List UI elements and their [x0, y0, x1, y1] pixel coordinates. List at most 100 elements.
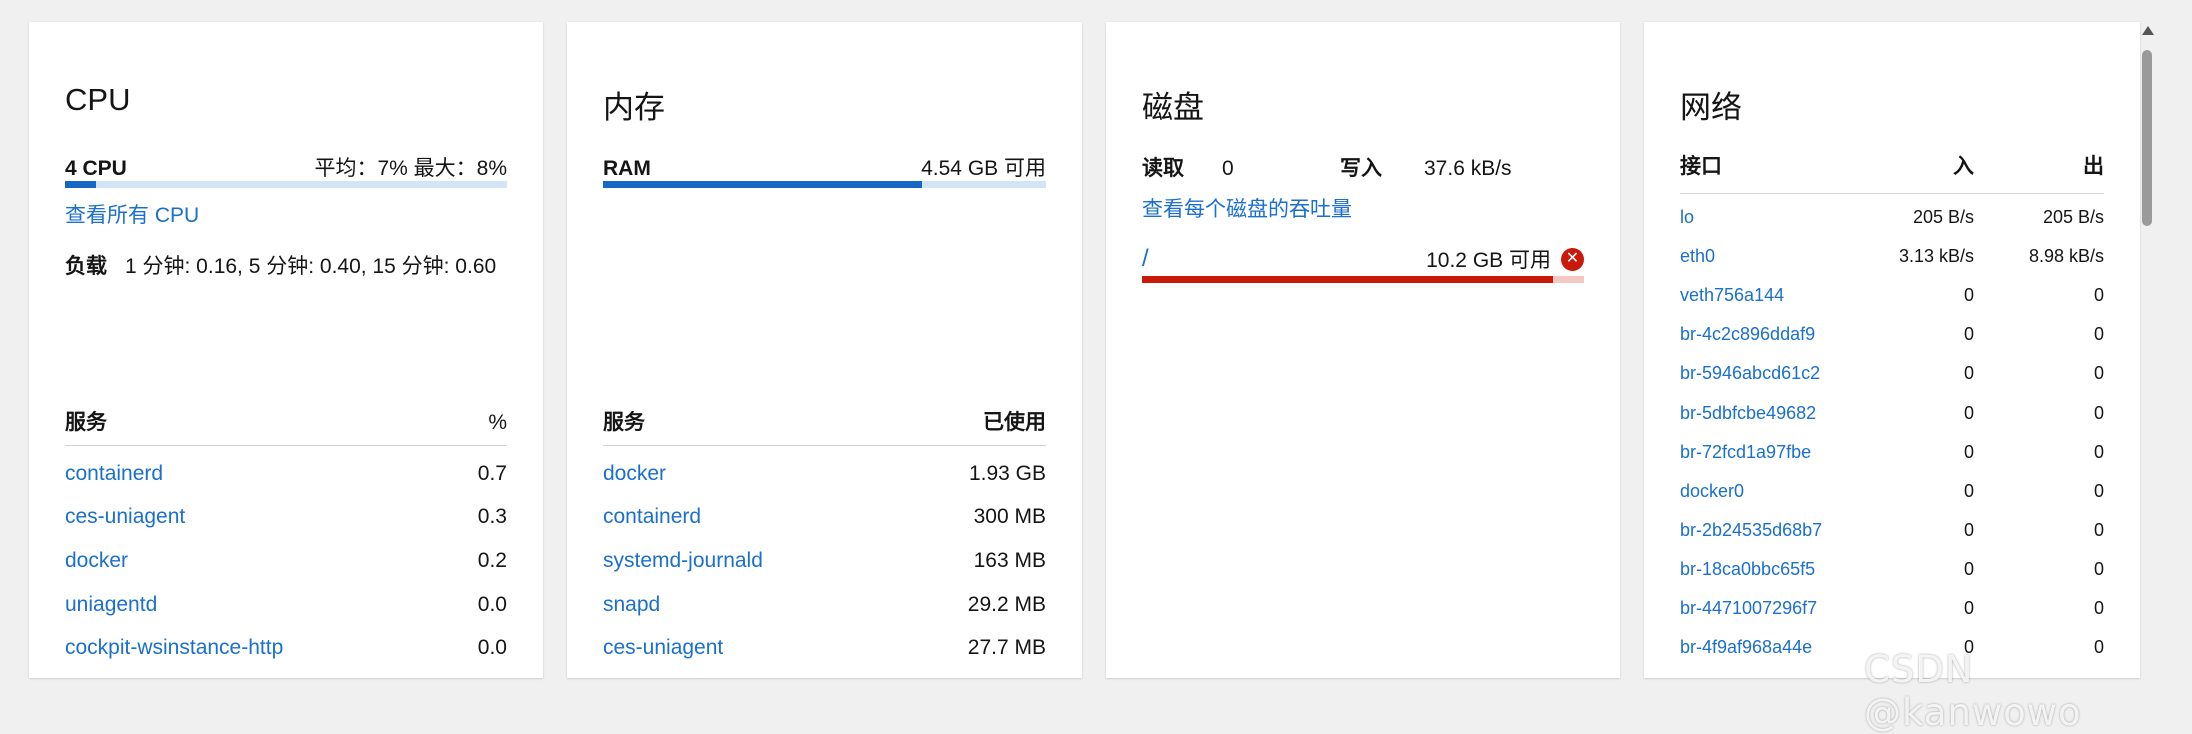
interface-link[interactable]: br-4f9af968a44e [1680, 637, 1844, 658]
disk-io-row: 读取 0 写入 37.6 kB/s [1142, 152, 1584, 182]
interface-in-value: 0 [1963, 480, 1974, 501]
cpu-load-label: 负载 [65, 255, 107, 278]
ram-available: 4.54 GB 可用 [921, 157, 1046, 180]
interface-link[interactable]: veth756a144 [1680, 285, 1844, 306]
interface-out-value: 0 [2093, 558, 2104, 579]
table-row: br-5946abcd61c2 0 0 [1680, 354, 2104, 393]
cpu-title: CPU [65, 82, 131, 117]
interface-out-value: 0 [2093, 519, 2104, 540]
service-link[interactable]: docker [603, 462, 666, 486]
interface-link[interactable]: br-2b24535d68b7 [1680, 520, 1844, 541]
cpu-services-header-label: 服务 [65, 411, 107, 434]
interface-link[interactable]: br-5946abcd61c2 [1680, 363, 1844, 384]
interface-in-value: 0 [1963, 285, 1974, 306]
view-all-cpu-link[interactable]: 查看所有 CPU [65, 199, 507, 229]
scroll-thumb[interactable] [2142, 50, 2152, 226]
error-circle-icon: ✕ [1561, 247, 1584, 271]
network-table-header: 接口 入 出 [1680, 150, 2104, 180]
disk-mount-available: 10.2 GB 可用 [1426, 249, 1551, 272]
service-link[interactable]: ces-uniagent [65, 505, 185, 529]
list-item: snapd 29.2 MB [603, 583, 1046, 627]
table-row: br-4471007296f7 0 0 [1680, 589, 2104, 628]
interface-in-value: 0 [1963, 558, 1974, 579]
service-link[interactable]: cockpit-wsinstance-http [65, 636, 283, 660]
cpu-usage-bar [65, 181, 507, 188]
cpu-load-row: 负载 1 分钟: 0.16, 5 分钟: 0.40, 15 分钟: 0.60 [65, 250, 507, 280]
disk-card: 磁盘 读取 0 写入 37.6 kB/s 查看每个磁盘的吞吐量 / 10.2 G… [1106, 22, 1620, 678]
interface-out-value: 205 B/s [2042, 207, 2104, 228]
list-item: uniagentd 0.0 [65, 583, 507, 627]
disk-mount-row: / 10.2 GB 可用 ✕ [1142, 244, 1584, 274]
divider [65, 445, 507, 446]
interface-in-value: 0 [1963, 441, 1974, 462]
network-table-body: lo 205 B/s 205 B/s eth0 3.13 kB/s 8.98 kB/s ve… [1680, 198, 2104, 678]
cpu-services-header: 服务 % [65, 406, 507, 436]
interface-out-value: 0 [2093, 363, 2104, 384]
cpu-load-value: 1 分钟: 0.16, 5 分钟: 0.40, 15 分钟: 0.60 [125, 255, 497, 278]
interface-link[interactable]: br-a3b47db538ff [1680, 676, 1844, 678]
table-row: br-2b24535d68b7 0 0 [1680, 511, 2104, 550]
list-item: containerd 300 MB [603, 496, 1046, 540]
interface-out-value: 0 [2093, 597, 2104, 618]
cpu-services-list: containerd 0.7 ces-uniagent 0.3 docker 0… [65, 452, 507, 670]
interface-link[interactable]: br-18ca0bbc65f5 [1680, 559, 1844, 580]
interface-in-value: 205 B/s [1912, 207, 1974, 228]
list-item: ces-uniagent 27.7 MB [603, 626, 1046, 670]
table-row: br-5dbfcbe49682 0 0 [1680, 393, 2104, 432]
service-link[interactable]: docker [65, 549, 128, 573]
ram-usage-fill [603, 181, 922, 188]
view-disk-throughput-link[interactable]: 查看每个磁盘的吞吐量 [1142, 193, 1584, 223]
table-row: lo 205 B/s 205 B/s [1680, 198, 2104, 237]
scroll-up-arrow-icon[interactable] [2142, 26, 2154, 35]
service-link[interactable]: ces-uniagent [603, 636, 723, 660]
interface-link[interactable]: br-72fcd1a97fbe [1680, 442, 1844, 463]
scrollbar[interactable] [2138, 22, 2156, 678]
interface-in-value: 3.13 kB/s [1898, 246, 1974, 267]
interface-link[interactable]: br-5dbfcbe49682 [1680, 403, 1844, 424]
col-interface: 接口 [1680, 155, 1722, 178]
service-link[interactable]: systemd-journald [603, 549, 763, 573]
list-item: cockpit-wsinstance-http 0.0 [65, 626, 507, 670]
table-row: br-72fcd1a97fbe 0 0 [1680, 433, 2104, 472]
disk-write-value: 37.6 kB/s [1424, 157, 1512, 180]
disk-usage-bar [1142, 276, 1584, 283]
memory-services-list: docker 1.93 GB containerd 300 MB systemd… [603, 452, 1046, 670]
service-link[interactable]: snapd [603, 593, 660, 617]
service-value: 29.2 MB [967, 592, 1046, 616]
service-link[interactable]: uniagentd [65, 593, 157, 617]
network-card: 网络 接口 入 出 lo 205 B/s 205 B/s eth0 3.13 kB/s 8… [1644, 22, 2140, 678]
interface-link[interactable]: docker0 [1680, 481, 1844, 502]
col-out: 出 [2083, 155, 2104, 178]
service-value: 163 MB [973, 548, 1046, 572]
disk-write-label: 写入 [1340, 157, 1382, 180]
service-value: 0.0 [477, 636, 507, 660]
disk-read-value: 0 [1222, 157, 1234, 180]
cpu-usage-fill [65, 181, 96, 188]
table-row: br-4c2c896ddaf9 0 0 [1680, 315, 2104, 354]
interface-link[interactable]: lo [1680, 207, 1844, 228]
memory-services-header-label: 服务 [603, 411, 645, 434]
interface-link[interactable]: eth0 [1680, 246, 1844, 267]
table-row: eth0 3.13 kB/s 8.98 kB/s [1680, 237, 2104, 276]
service-value: 300 MB [973, 505, 1046, 529]
service-link[interactable]: containerd [603, 505, 701, 529]
interface-out-value: 0 [2093, 402, 2104, 423]
interface-link[interactable]: br-4c2c896ddaf9 [1680, 324, 1844, 345]
disk-mount-status: 10.2 GB 可用 ✕ [1426, 244, 1584, 274]
cpu-card: CPU 4 CPU 平均：7% 最大：8% 查看所有 CPU 负载 1 分钟: … [29, 22, 543, 678]
disk-read-label: 读取 [1142, 157, 1184, 180]
interface-out-value: 0 [2093, 285, 2104, 306]
ram-usage-bar [603, 181, 1046, 188]
list-item: containerd 0.7 [65, 452, 507, 496]
service-value: 0.3 [477, 505, 507, 529]
memory-card: 内存 RAM 4.54 GB 可用 服务 已使用 docker 1.93 GB … [567, 22, 1082, 678]
disk-mount-link[interactable]: / [1142, 245, 1149, 273]
interface-link[interactable]: br-4471007296f7 [1680, 598, 1844, 619]
divider [603, 445, 1046, 446]
list-item: systemd-journald 163 MB [603, 539, 1046, 583]
service-link[interactable]: containerd [65, 462, 163, 486]
interface-in-value: 0 [1963, 402, 1974, 423]
cpu-stats: 平均：7% 最大：8% [314, 157, 507, 180]
memory-services-header: 服务 已使用 [603, 406, 1046, 436]
table-row: veth756a144 0 0 [1680, 276, 2104, 315]
